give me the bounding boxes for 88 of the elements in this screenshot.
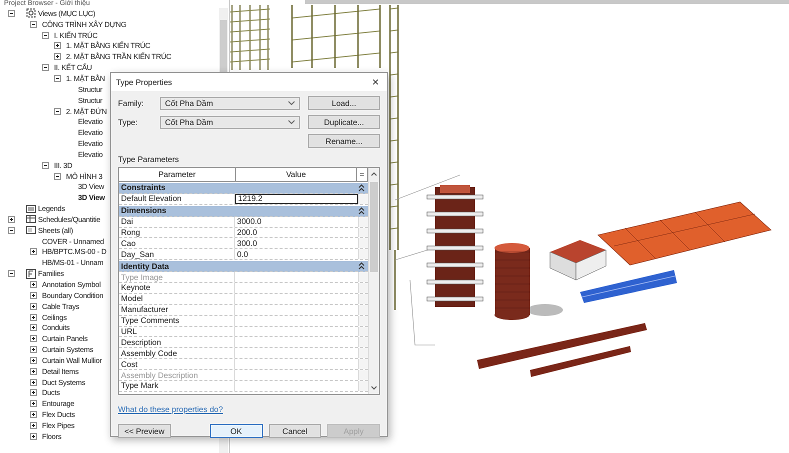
dialog-button[interactable]: Load... [308, 96, 380, 110]
expand-toggle[interactable] [54, 108, 61, 115]
expand-toggle[interactable] [30, 389, 37, 396]
field-label: Type: [118, 118, 139, 126]
parameter-name: Description [119, 337, 235, 348]
parameter-name: Cao [119, 238, 235, 248]
expand-toggle[interactable] [8, 270, 15, 278]
expand-toggle[interactable] [54, 42, 61, 50]
collapse-icon[interactable] [358, 184, 365, 192]
expand-toggle[interactable] [30, 292, 37, 299]
scaffold-drawing [230, 5, 270, 70]
box-formwork-drawing [550, 240, 606, 280]
expand-toggle[interactable] [42, 64, 49, 72]
parameter-name: Model [119, 294, 235, 304]
parameter-name: Cost [119, 359, 235, 370]
expand-toggle[interactable] [30, 378, 37, 386]
expand-toggle[interactable] [30, 356, 37, 364]
dialog-button[interactable]: Cancel [268, 424, 322, 438]
shadow-drawing [527, 304, 563, 316]
caret-icon [288, 120, 295, 124]
expand-toggle[interactable] [30, 411, 37, 418]
scroll-up-icon [371, 172, 377, 176]
collapse-icon[interactable] [358, 262, 365, 270]
value-cell[interactable]: 3000.0 [235, 216, 358, 227]
column-header: Value [236, 168, 357, 181]
expand-toggle[interactable] [42, 32, 49, 39]
schedule-icon [26, 214, 36, 224]
expand-toggle[interactable] [30, 400, 37, 408]
expand-toggle[interactable] [30, 346, 37, 354]
expand-toggle[interactable] [8, 216, 15, 223]
scroll-down-icon [371, 386, 377, 390]
sheet-icon [26, 225, 36, 236]
collapse-icon[interactable] [358, 206, 365, 215]
close-button[interactable]: × [370, 75, 381, 89]
group-label: Dimensions [121, 206, 166, 216]
parameter-name: Keynote [119, 283, 235, 293]
group-header[interactable]: Identity Data [119, 261, 368, 272]
expand-toggle[interactable] [30, 281, 37, 288]
dialog-button[interactable]: OK [210, 424, 262, 438]
expand-toggle[interactable] [30, 302, 37, 310]
value-cell[interactable]: 300.0 [235, 238, 358, 248]
views-icon [26, 8, 36, 18]
scrollbar[interactable] [368, 168, 379, 394]
expand-toggle[interactable] [30, 368, 37, 375]
group-label: Constraints [121, 183, 166, 192]
column-header: Parameter [119, 168, 236, 181]
parameter-name: Type Image [119, 272, 235, 282]
parameter-name: Assembly Description [119, 370, 235, 380]
parameter-name: Default Elevation [119, 194, 235, 204]
expand-toggle[interactable] [54, 53, 61, 60]
parameter-name: Day_San [119, 249, 235, 260]
expand-toggle[interactable] [30, 248, 37, 256]
parameter-name: Type Comments [119, 316, 235, 326]
expand-toggle[interactable] [54, 172, 61, 180]
expand-toggle[interactable] [42, 162, 49, 169]
group-header[interactable]: Dimensions [119, 206, 368, 217]
legend-icon [26, 204, 36, 214]
expand-toggle[interactable] [8, 226, 15, 234]
expand-toggle[interactable] [30, 20, 37, 28]
value-field[interactable]: 1219.2 [235, 194, 358, 204]
dropdown[interactable]: Cốt Pha Dầm [160, 116, 300, 128]
expand-toggle[interactable] [30, 335, 37, 342]
expand-toggle[interactable] [30, 422, 37, 429]
help-link[interactable]: What do these properties do? [118, 405, 223, 414]
parameter-name: Assembly Code [119, 348, 235, 358]
caret-icon [288, 100, 295, 106]
expand-toggle[interactable] [30, 432, 37, 440]
dialog-button[interactable]: << Preview [118, 424, 171, 438]
dialog-button[interactable]: Duplicate... [308, 115, 380, 129]
section-label: Type Parameters [118, 155, 180, 164]
group-header[interactable]: Constraints [119, 183, 368, 194]
expand-toggle[interactable] [30, 324, 37, 332]
dialog-title: Type Properties [116, 78, 172, 86]
group-label: Identity Data [121, 262, 170, 271]
expand-toggle[interactable] [8, 10, 15, 17]
family-icon [26, 268, 36, 279]
field-label: Family: [118, 98, 145, 108]
value-cell[interactable]: 0.0 [235, 249, 358, 260]
dialog-button[interactable]: Rename... [308, 134, 380, 148]
parameter-name: Manufacturer [119, 304, 235, 315]
expand-toggle[interactable] [30, 314, 37, 321]
dropdown[interactable]: Cốt Pha Dầm [160, 96, 300, 110]
parameter-name: Rong [119, 228, 235, 238]
value-cell[interactable]: 200.0 [235, 228, 358, 238]
parameter-name: Dai [119, 216, 235, 227]
parameter-name: URL [119, 326, 235, 336]
parameter-name: Type Mark [119, 381, 235, 391]
expand-toggle[interactable] [54, 74, 61, 82]
